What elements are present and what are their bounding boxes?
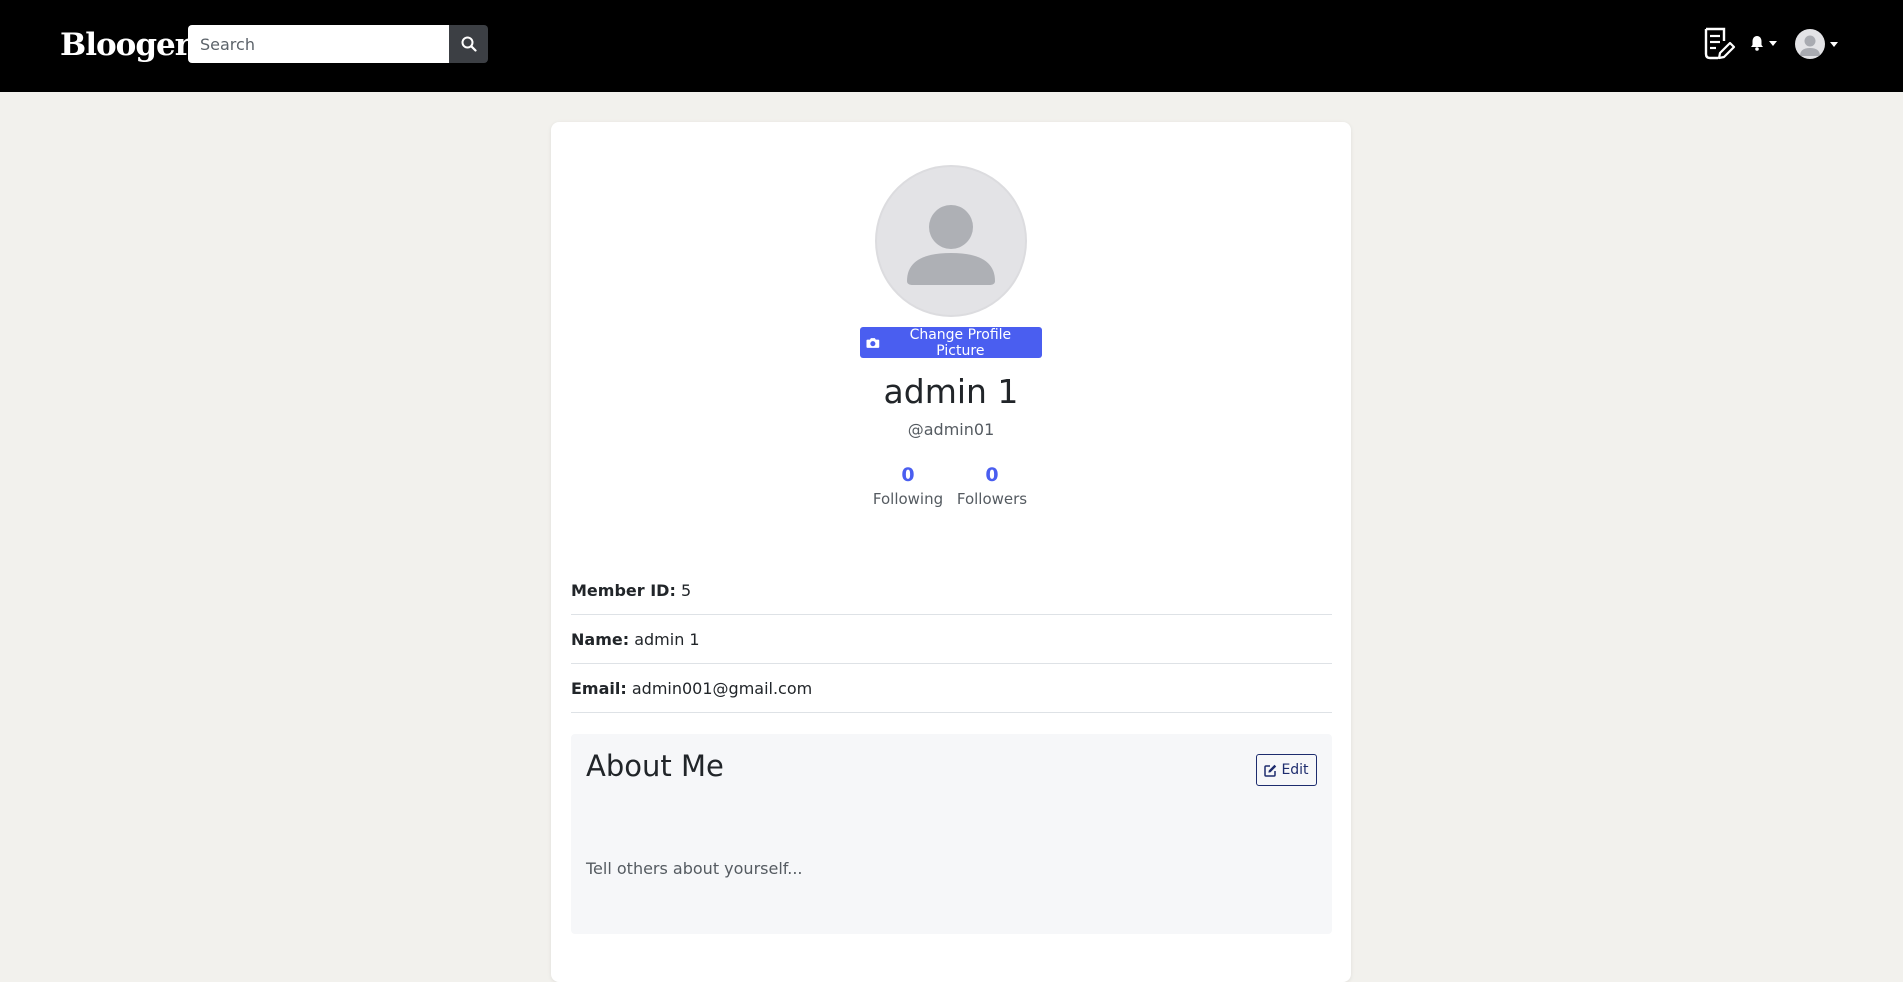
edit-icon — [1264, 764, 1277, 777]
member-id-label: Member ID: — [571, 581, 676, 600]
edit-about-button[interactable]: Edit — [1256, 754, 1317, 786]
chevron-down-icon — [1830, 41, 1838, 47]
following-label: Following — [872, 490, 944, 508]
top-navbar: Blooger. — [0, 0, 1903, 92]
search-icon — [461, 36, 477, 52]
chevron-down-icon — [1769, 40, 1777, 46]
profile-name: admin 1 — [883, 372, 1019, 411]
avatar — [1795, 29, 1825, 59]
name-value: admin 1 — [634, 630, 700, 649]
name-label: Name: — [571, 630, 630, 649]
about-me-section: About Me Edit Tell others about yourself… — [571, 734, 1332, 934]
profile-card: Change Profile Picture admin 1 @admin01 … — [551, 122, 1351, 982]
email-value: admin001@gmail.com — [631, 679, 813, 698]
profile-picture — [875, 165, 1027, 317]
member-id-value: 5 — [680, 581, 692, 600]
about-me-text: Tell others about yourself... — [586, 859, 803, 878]
change-profile-picture-button[interactable]: Change Profile Picture — [860, 326, 1042, 359]
user-icon — [907, 205, 995, 285]
followers-count: 0 — [985, 464, 999, 486]
search-input[interactable] — [188, 25, 449, 63]
notifications-dropdown[interactable] — [1750, 33, 1777, 53]
search-button[interactable] — [449, 25, 488, 63]
camera-icon — [866, 337, 880, 348]
account-dropdown[interactable] — [1795, 29, 1838, 59]
bell-icon — [1751, 36, 1763, 51]
write-post-button[interactable] — [1700, 26, 1736, 62]
followers-label: Followers — [956, 490, 1028, 508]
following-count: 0 — [901, 464, 915, 486]
member-id-row: Member ID: 5 — [571, 566, 1332, 615]
email-label: Email: — [571, 679, 627, 698]
following-stat[interactable]: 0 Following — [868, 462, 948, 510]
write-post-icon — [1704, 27, 1736, 60]
edit-label: Edit — [1281, 762, 1309, 778]
followers-stat[interactable]: 0 Followers — [952, 462, 1032, 510]
profile-handle: @admin01 — [907, 420, 995, 439]
brand-logo[interactable]: Blooger. — [60, 25, 198, 65]
user-icon — [1800, 35, 1820, 56]
change-profile-picture-label: Change Profile Picture — [909, 326, 1012, 359]
about-me-title: About Me — [586, 749, 724, 783]
email-row: Email: admin001@gmail.com — [571, 664, 1332, 713]
name-row: Name: admin 1 — [571, 615, 1332, 664]
